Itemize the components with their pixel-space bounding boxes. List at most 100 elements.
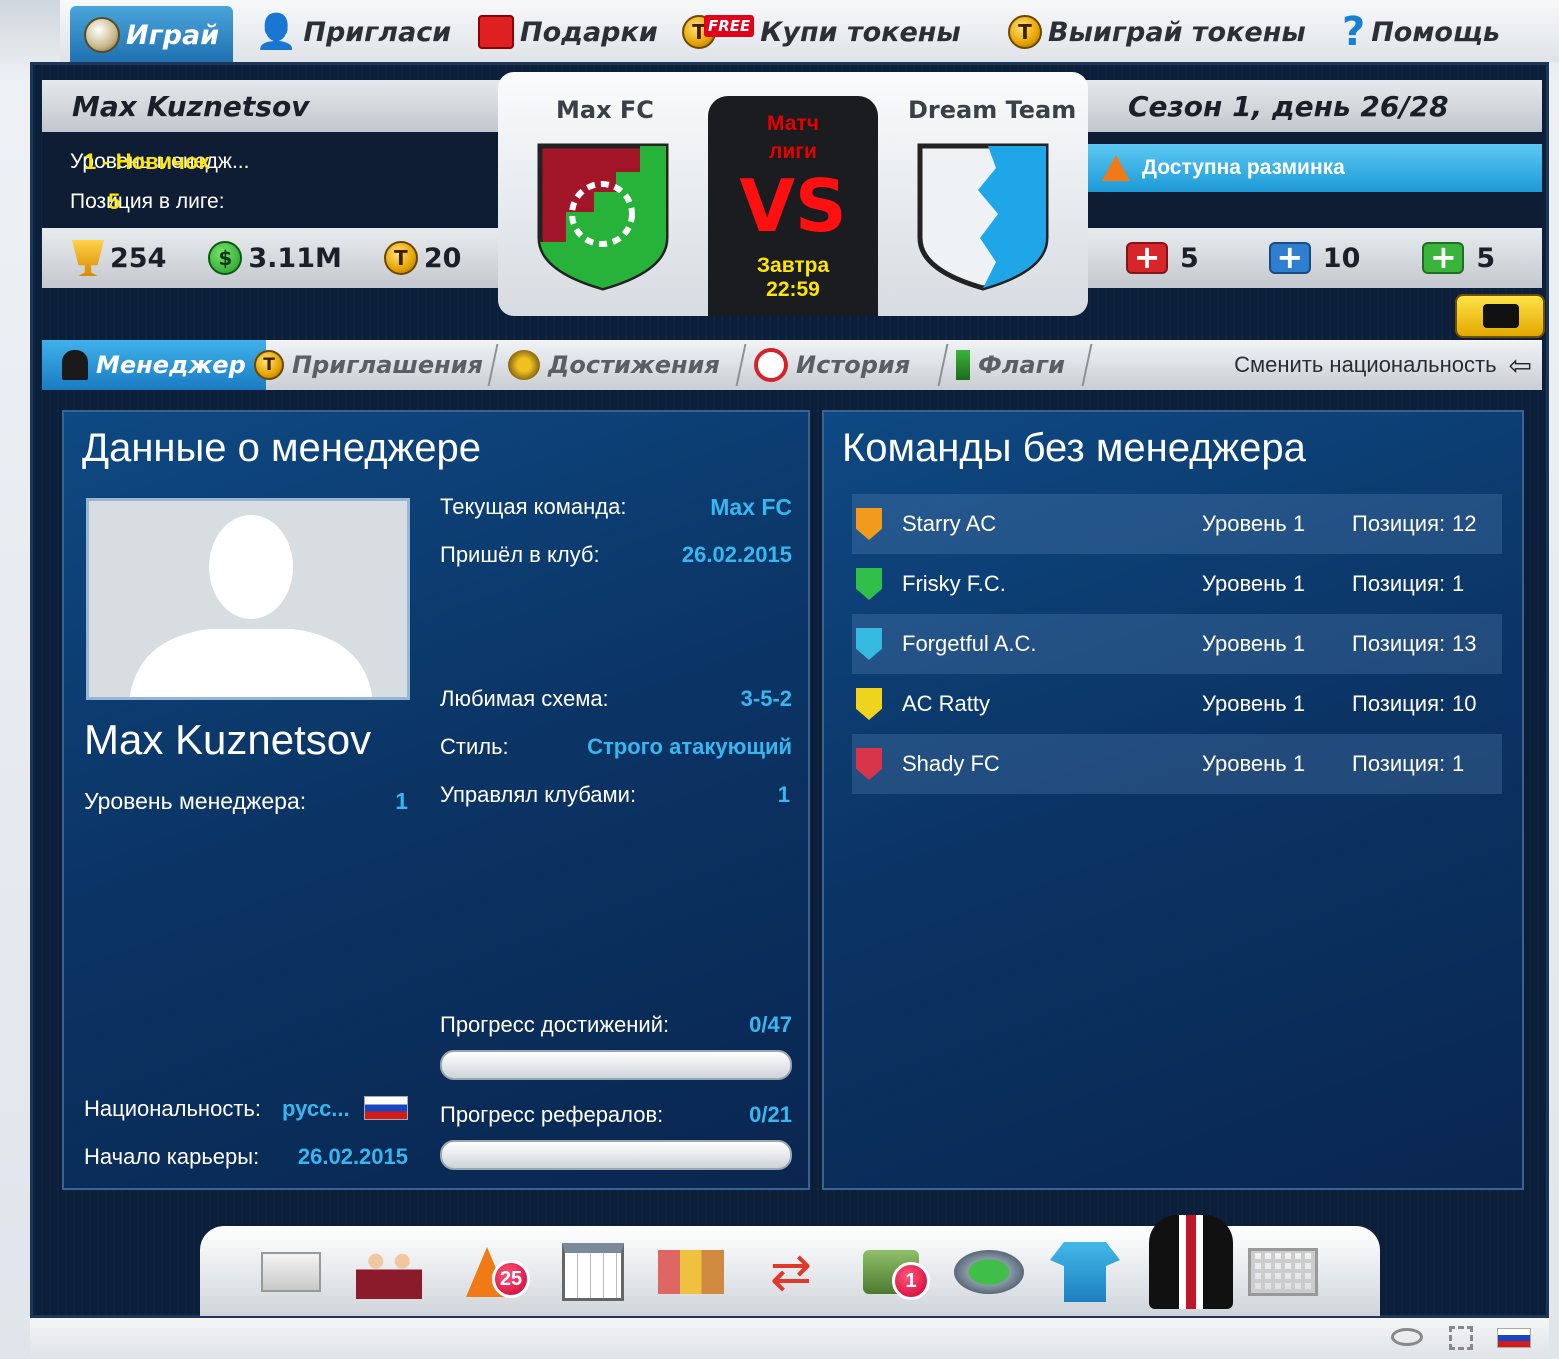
avatar[interactable]	[86, 498, 410, 700]
manager-name: Max Kuznetsov	[84, 716, 372, 763]
green-medkit-icon	[1422, 238, 1465, 276]
flag-icon	[956, 350, 970, 380]
team-position-label: Позиция:	[1352, 511, 1446, 536]
current-team-value[interactable]: Max FC	[624, 494, 792, 521]
team-crest-icon	[856, 748, 882, 780]
away-team-crest-icon	[917, 143, 1049, 291]
team-name: Forgetful A.C.	[902, 631, 1037, 656]
match-day-label: Завтра	[756, 254, 830, 277]
team-level: Уровень 1	[1202, 751, 1306, 776]
team-row[interactable]: AC Ratty Уровень 1 Позиция: 10	[852, 674, 1502, 734]
nationality-value: русс...	[282, 1096, 350, 1121]
warmup-banner[interactable]: Доступна разминка	[1086, 144, 1542, 192]
resource-bar: 254 $ 3.11M T 20	[42, 228, 502, 288]
nav-buy-tokens[interactable]: T FREE Купи токены	[682, 6, 961, 58]
home-team-name: Max FC	[556, 96, 654, 124]
formation-label: Любимая схема:	[440, 686, 609, 711]
nav-win-tokens[interactable]: T Выиграй токены	[1008, 6, 1306, 58]
nav-buy-tokens-label: Купи токены	[760, 16, 961, 48]
tab-manager-label: Менеджер	[96, 351, 246, 379]
transfers-icon[interactable]: ⇄	[756, 1240, 826, 1304]
team-position-label: Позиция:	[1352, 631, 1446, 656]
squad-icon[interactable]	[354, 1240, 424, 1304]
nav-gifts[interactable]: Подарки	[478, 6, 658, 58]
cones-icon	[1102, 155, 1130, 181]
stadium-icon[interactable]	[954, 1240, 1024, 1304]
russia-flag-icon[interactable]	[1497, 1328, 1531, 1348]
team-row[interactable]: Shady FC Уровень 1 Позиция: 1	[852, 734, 1502, 794]
team-name: Shady FC	[902, 751, 1000, 776]
tab-divider	[937, 344, 949, 386]
team-position-value: 1	[1452, 571, 1465, 596]
tab-flags[interactable]: Флаги	[956, 340, 1065, 390]
nav-gifts-label: Подарки	[520, 16, 658, 48]
camera-button[interactable]	[1455, 294, 1545, 338]
style-label: Стиль:	[440, 734, 509, 759]
team-level: Уровень 1	[1202, 571, 1306, 596]
tab-manager[interactable]: Менеджер	[42, 340, 266, 390]
blue-medkit-count: 10	[1322, 242, 1361, 274]
formation-value: 3-5-2	[740, 686, 792, 711]
fullscreen-icon[interactable]	[1449, 1326, 1473, 1350]
tab-invites[interactable]: T Приглашения	[254, 340, 483, 390]
club-kit-icon[interactable]	[1050, 1240, 1120, 1304]
green-medkit-count: 5	[1476, 242, 1496, 274]
question-icon: ?	[1342, 9, 1366, 55]
change-nationality-button[interactable]: Сменить национальность ⇦	[1234, 340, 1532, 390]
nav-win-tokens-label: Выиграй токены	[1048, 16, 1306, 48]
vs-panel: Матч лиги VS Завтра 22:59	[708, 96, 878, 316]
nav-invite[interactable]: 👤 Пригласи	[255, 6, 451, 58]
ball-icon	[84, 17, 120, 53]
token-coin-icon: T	[383, 241, 418, 275]
tokens-stat: T 20	[383, 241, 461, 275]
league-position-value: 5	[108, 189, 121, 214]
team-row[interactable]: Forgetful A.C. Уровень 1 Позиция: 13	[852, 614, 1502, 674]
finance-icon[interactable]: 1	[856, 1240, 930, 1304]
home-team-crest-icon	[537, 143, 669, 291]
team-name: Frisky F.C.	[902, 571, 1006, 596]
teams-panel-title: Команды без менеджера	[842, 426, 1306, 470]
dollar-coin-icon: $	[208, 241, 243, 275]
career-start-label: Начало карьеры:	[84, 1144, 260, 1169]
mail-icon[interactable]	[256, 1240, 326, 1304]
achievements-progress-value: 0/47	[749, 1012, 792, 1037]
nav-play-tab[interactable]: Играй	[70, 6, 234, 64]
nationality-label: Национальность:	[84, 1096, 261, 1121]
eye-icon[interactable]	[1391, 1328, 1423, 1346]
calendar-icon[interactable]	[558, 1240, 628, 1304]
manager-suit-icon[interactable]	[1146, 1212, 1236, 1312]
token-coin-icon: T	[1008, 15, 1042, 49]
team-row[interactable]: Starry AC Уровень 1 Позиция: 12	[852, 494, 1502, 554]
team-position-value: 1	[1452, 751, 1465, 776]
season-day-label: Сезон 1, день 26/28	[1086, 80, 1542, 132]
tab-history-label: История	[796, 351, 911, 379]
clock-icon	[754, 348, 788, 382]
nav-help[interactable]: ? Помощь	[1342, 6, 1500, 58]
team-level: Уровень 1	[1202, 691, 1306, 716]
profile-tabs: Менеджер T Приглашения Достижения Истори…	[42, 340, 1542, 390]
next-match-card[interactable]: Max FC Dream Team Матч лиги VS Завтра 22…	[498, 72, 1088, 316]
team-level: Уровень 1	[1202, 631, 1306, 656]
league-table-icon[interactable]	[656, 1240, 726, 1304]
silhouette-icon	[129, 515, 373, 697]
tab-history[interactable]: История	[754, 340, 910, 390]
suit-icon	[62, 350, 88, 380]
team-row[interactable]: Frisky F.C. Уровень 1 Позиция: 1	[852, 554, 1502, 614]
manager-panel-title: Данные о менеджере	[82, 426, 482, 470]
tab-achievements[interactable]: Достижения	[508, 340, 720, 390]
finance-badge: 1	[892, 1262, 930, 1300]
arrow-left-icon: ⇦	[1508, 349, 1532, 381]
team-position-value: 13	[1452, 631, 1477, 656]
money-value: 3.11M	[248, 242, 342, 274]
money-stat: $ 3.11M	[208, 241, 342, 275]
training-icon[interactable]: 25	[452, 1240, 530, 1304]
team-position-value: 12	[1452, 511, 1477, 536]
shop-cart-icon[interactable]	[1248, 1240, 1318, 1304]
team-crest-icon	[856, 568, 882, 600]
tab-divider	[487, 344, 499, 386]
clubs-managed-label: Управлял клубами:	[440, 782, 637, 807]
team-level: Уровень 1	[1202, 511, 1306, 536]
clubs-managed-value: 1	[777, 782, 790, 807]
league-position-label: Позиция в лиге:	[70, 190, 225, 213]
trophy-icon	[72, 240, 104, 276]
